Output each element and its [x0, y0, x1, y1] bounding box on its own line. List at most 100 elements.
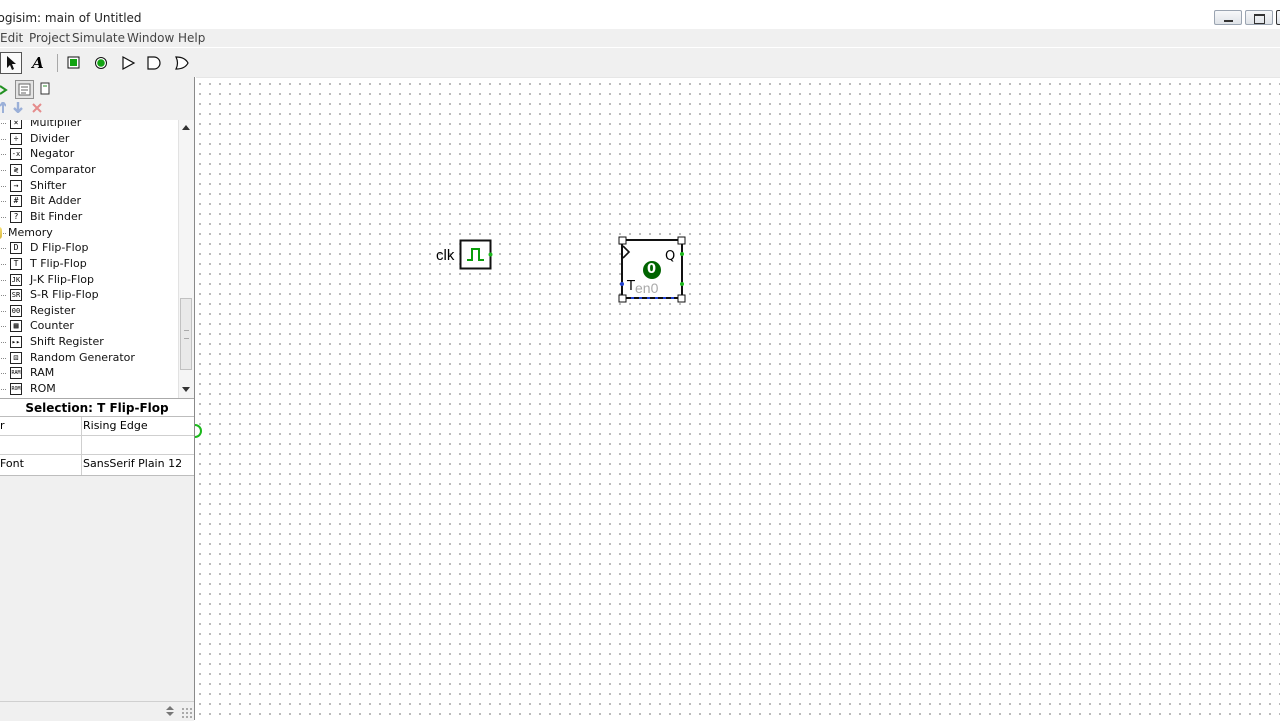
- explorer-view-button[interactable]: [15, 80, 34, 99]
- folder-icon: [0, 226, 2, 239]
- maximize-button[interactable]: [1245, 10, 1273, 25]
- tree-item[interactable]: ? Bit Finder: [0, 210, 178, 225]
- tree-item-label: S-R Flip-Flop: [30, 288, 99, 302]
- scroll-thumb[interactable]: [180, 298, 192, 370]
- tree-item[interactable]: ≷ Comparator: [0, 163, 178, 178]
- output-pin-tool-button[interactable]: [90, 52, 112, 74]
- t-flip-flop-icon: T: [10, 257, 22, 270]
- tree-item[interactable]: ROM ROM: [0, 382, 178, 397]
- tree-item[interactable]: ÷ Divider: [0, 132, 178, 147]
- output-pin-icon: [95, 57, 107, 69]
- panel-divider[interactable]: [194, 77, 195, 720]
- bit-adder-icon: #: [10, 195, 22, 208]
- tree-item[interactable]: ▦ Counter: [0, 319, 178, 334]
- scroll-up-icon[interactable]: [182, 125, 190, 130]
- tree-connector: [1, 310, 6, 313]
- tree-item-label: Negator: [30, 147, 75, 161]
- divider-icon: ÷: [10, 132, 22, 145]
- tree-item[interactable]: # Bit Adder: [0, 194, 178, 209]
- tree-item[interactable]: ▸▸ Shift Register: [0, 335, 178, 350]
- tree-connector: [1, 389, 6, 391]
- select-tool-button[interactable]: [0, 52, 22, 74]
- tree-item[interactable]: 00 Register: [0, 304, 178, 319]
- text-tool-button[interactable]: A: [27, 52, 49, 74]
- move-up-icon[interactable]: [0, 102, 6, 113]
- not-gate-tool-button[interactable]: [118, 52, 140, 74]
- document-icon[interactable]: [40, 82, 51, 96]
- tree-view-icon: [18, 83, 31, 96]
- tree-item-label: Counter: [30, 319, 74, 333]
- menu-window[interactable]: Window: [127, 31, 174, 45]
- tree-item[interactable]: ⚄ Random Generator: [0, 351, 178, 366]
- flip-flop-state: 0: [647, 262, 657, 277]
- zoom-spinner[interactable]: [164, 704, 176, 718]
- flip-flop-input-label: T: [627, 279, 635, 294]
- attribute-value-trigger[interactable]: Rising Edge: [83, 417, 193, 436]
- and-gate-tool-button[interactable]: [143, 52, 165, 74]
- bit-finder-icon: ?: [10, 210, 22, 223]
- tree-item-label: ROM: [30, 382, 56, 396]
- circuit-canvas[interactable]: [196, 77, 1280, 720]
- sr-flip-flop-icon: SR: [10, 289, 22, 302]
- panel-status-bar: [0, 701, 194, 721]
- tree-item-label: Memory: [8, 225, 53, 239]
- minimize-button[interactable]: [1214, 10, 1242, 25]
- t-flip-flop-component[interactable]: 0 Q T en0: [617, 234, 689, 306]
- shifter-icon: →: [10, 179, 22, 192]
- tree-item[interactable]: SR S-R Flip-Flop: [0, 288, 178, 303]
- explorer-actions: [0, 101, 60, 115]
- delete-icon[interactable]: [32, 103, 42, 113]
- clock-component[interactable]: clk: [436, 238, 494, 270]
- resize-grip-icon[interactable]: [180, 706, 192, 718]
- port-indicator-icon: [194, 424, 202, 438]
- tree-scrollbar[interactable]: [178, 120, 194, 398]
- menu-bar: Edit Project Simulate Window Help: [0, 29, 1280, 47]
- rom-icon: ROM: [10, 383, 22, 396]
- attribute-value-font[interactable]: SansSerif Plain 12: [83, 455, 193, 474]
- tree-connector: [1, 123, 6, 125]
- or-gate-tool-button[interactable]: [171, 52, 193, 74]
- move-down-icon[interactable]: [12, 102, 24, 113]
- attribute-column-divider: [81, 417, 82, 475]
- tree-connector: [1, 169, 6, 172]
- tree-connector: [1, 263, 6, 266]
- close-button[interactable]: [1276, 10, 1280, 25]
- tree-item[interactable]: D D Flip-Flop: [0, 241, 178, 256]
- clock-label: clk: [436, 247, 455, 264]
- canvas-top-border: [196, 77, 1280, 78]
- tree-item[interactable]: → Shifter: [0, 179, 178, 194]
- menu-simulate[interactable]: Simulate: [72, 31, 125, 45]
- tree-item[interactable]: RAM RAM: [0, 366, 178, 381]
- toolbar: A: [0, 48, 1280, 77]
- comparator-icon: ≷: [10, 163, 22, 176]
- tree-connector: [1, 154, 6, 156]
- tree-item[interactable]: -x Negator: [0, 147, 178, 162]
- flip-flop-output-label: Q: [665, 249, 676, 264]
- restore-icon: [1254, 14, 1265, 24]
- selection-header: Selection: T Flip-Flop: [0, 398, 194, 417]
- title-bar: Logisim: main of Untitled: [0, 0, 1280, 30]
- input-pin-tool-button[interactable]: [63, 52, 85, 74]
- tree-item-label: Register: [30, 303, 76, 317]
- d-flip-flop-icon: D: [10, 242, 22, 255]
- spinner-arrows-icon: [166, 706, 174, 716]
- clock-icon: [459, 239, 493, 270]
- tree-item[interactable]: × Multiplier: [0, 120, 178, 131]
- tree-item-label: Bit Adder: [30, 194, 81, 208]
- menu-help[interactable]: Help: [178, 31, 205, 45]
- attribute-table: r Rising Edge Font SansSerif Plain 12: [0, 416, 194, 476]
- add-circuit-icon[interactable]: [0, 84, 8, 96]
- random-generator-icon: ⚄: [10, 351, 22, 364]
- tree-item-label: J-K Flip-Flop: [30, 272, 95, 286]
- minimize-icon: [1224, 20, 1233, 22]
- menu-edit[interactable]: Edit: [0, 31, 23, 45]
- tree-item[interactable]: T T Flip-Flop: [0, 257, 178, 272]
- scroll-down-icon[interactable]: [182, 387, 190, 392]
- attribute-name-trigger: r: [0, 419, 5, 432]
- tree-item[interactable]: Memory: [0, 226, 178, 241]
- attribute-value-label[interactable]: [83, 436, 193, 455]
- tree-item[interactable]: JK J-K Flip-Flop: [0, 273, 178, 288]
- counter-icon: ▦: [10, 320, 22, 333]
- shift-register-icon: ▸▸: [10, 336, 22, 349]
- menu-project[interactable]: Project: [29, 31, 70, 45]
